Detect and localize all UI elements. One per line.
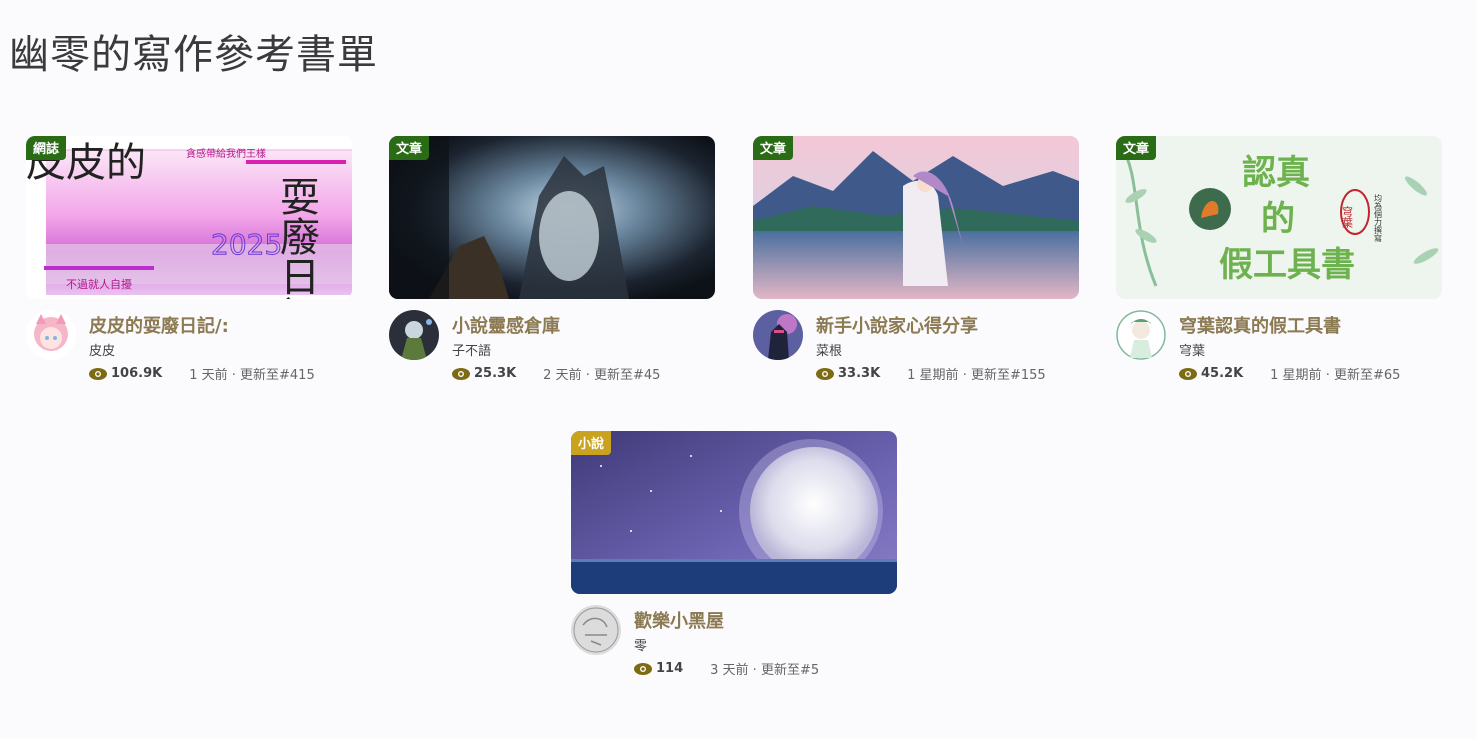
cover-image — [753, 136, 1079, 299]
book-card[interactable]: 皮皮的 耍廢日記 貪感帶給我們王樣 不過就人自擾 2025 網誌 皮皮的耍廢日記… — [26, 136, 352, 383]
book-title[interactable]: 小說靈感倉庫 — [452, 312, 560, 338]
category-badge: 小說 — [571, 431, 612, 455]
book-title[interactable]: 歡樂小黑屋 — [634, 607, 724, 633]
cover-image: 皮皮的 耍廢日記 貪感帶給我們王樣 不過就人自擾 2025 — [26, 136, 352, 299]
cover-image: 認真 的 假工具書 穹葉 均為個力撰寫 — [1116, 136, 1442, 299]
book-title[interactable]: 新手小說家心得分享 — [816, 312, 978, 338]
view-count: 25.3K — [474, 366, 517, 381]
view-count: 106.9K — [111, 366, 163, 381]
view-count: 45.2K — [1201, 366, 1244, 381]
update-info: 2 天前 · 更新至#45 — [543, 368, 661, 383]
book-cover[interactable]: 文章 — [389, 136, 715, 299]
category-badge: 文章 — [1116, 136, 1157, 160]
book-stats: 106.9K 1 天前 · 更新至#415 — [89, 364, 315, 383]
update-info: 1 星期前 · 更新至#65 — [1270, 368, 1401, 383]
eye-icon — [634, 662, 652, 675]
book-cover[interactable]: 認真 的 假工具書 穹葉 均為個力撰寫 文章 — [1116, 136, 1442, 299]
view-count: 114 — [656, 661, 684, 676]
author-name[interactable]: 零 — [634, 635, 647, 654]
eye-icon — [816, 367, 834, 380]
eye-icon — [452, 367, 470, 380]
author-name[interactable]: 菜根 — [816, 340, 842, 359]
svg-text:貪感帶給我們王樣: 貪感帶給我們王樣 — [186, 147, 266, 160]
eye-icon — [1179, 367, 1197, 380]
update-info: 1 星期前 · 更新至#155 — [907, 368, 1046, 383]
author-name[interactable]: 皮皮 — [89, 340, 115, 359]
view-count: 33.3K — [838, 366, 881, 381]
book-card[interactable]: 文章 小說靈感倉庫 子不語 25.3K 2 天前 · 更新至#45 — [389, 136, 715, 383]
svg-text:不過就人自擾: 不過就人自擾 — [66, 277, 132, 291]
book-card[interactable]: 小說 歡樂小黑屋 零 114 3 天前 · 更新至#5 — [571, 431, 897, 678]
book-stats: 33.3K 1 星期前 · 更新至#155 — [816, 364, 1046, 383]
book-cover[interactable]: 小說 — [571, 431, 897, 594]
svg-text:的: 的 — [1261, 199, 1295, 239]
update-info: 3 天前 · 更新至#5 — [710, 663, 820, 678]
author-name[interactable]: 穹葉 — [1179, 340, 1205, 359]
book-card[interactable]: 文章 新手小說家心得分享 菜根 33.3K 1 星期前 · 更新至#155 — [753, 136, 1079, 383]
author-name[interactable]: 子不語 — [452, 340, 491, 359]
cover-image — [389, 136, 715, 299]
book-stats: 25.3K 2 天前 · 更新至#45 — [452, 364, 660, 383]
author-avatar[interactable] — [571, 605, 621, 655]
category-badge: 網誌 — [26, 136, 67, 160]
category-badge: 文章 — [389, 136, 430, 160]
svg-text:認真: 認真 — [1242, 153, 1310, 193]
author-avatar[interactable] — [1116, 310, 1166, 360]
category-badge: 文章 — [753, 136, 794, 160]
book-title[interactable]: 穹葉認真的假工具書 — [1179, 312, 1341, 338]
book-card[interactable]: 認真 的 假工具書 穹葉 均為個力撰寫 文章 穹葉認真的假工具書 穹葉 45.2… — [1116, 136, 1442, 383]
update-info: 1 天前 · 更新至#415 — [189, 368, 315, 383]
book-stats: 114 3 天前 · 更新至#5 — [634, 659, 819, 678]
svg-text:均為個力撰寫: 均為個力撰寫 — [1374, 193, 1383, 243]
book-title[interactable]: 皮皮的耍廢日記/: — [89, 312, 229, 338]
author-avatar[interactable] — [389, 310, 439, 360]
cover-image — [571, 431, 897, 594]
svg-text:2025: 2025 — [211, 228, 282, 261]
author-avatar[interactable] — [26, 310, 76, 360]
book-cover[interactable]: 文章 — [753, 136, 1079, 299]
svg-text:穹葉: 穹葉 — [1341, 205, 1354, 228]
eye-icon — [89, 367, 107, 380]
book-cover[interactable]: 皮皮的 耍廢日記 貪感帶給我們王樣 不過就人自擾 2025 網誌 — [26, 136, 352, 299]
page-title: 幽零的寫作參考書單 — [9, 32, 378, 78]
book-stats: 45.2K 1 星期前 · 更新至#65 — [1179, 364, 1400, 383]
svg-text:假工具書: 假工具書 — [1219, 245, 1355, 285]
author-avatar[interactable] — [753, 310, 803, 360]
